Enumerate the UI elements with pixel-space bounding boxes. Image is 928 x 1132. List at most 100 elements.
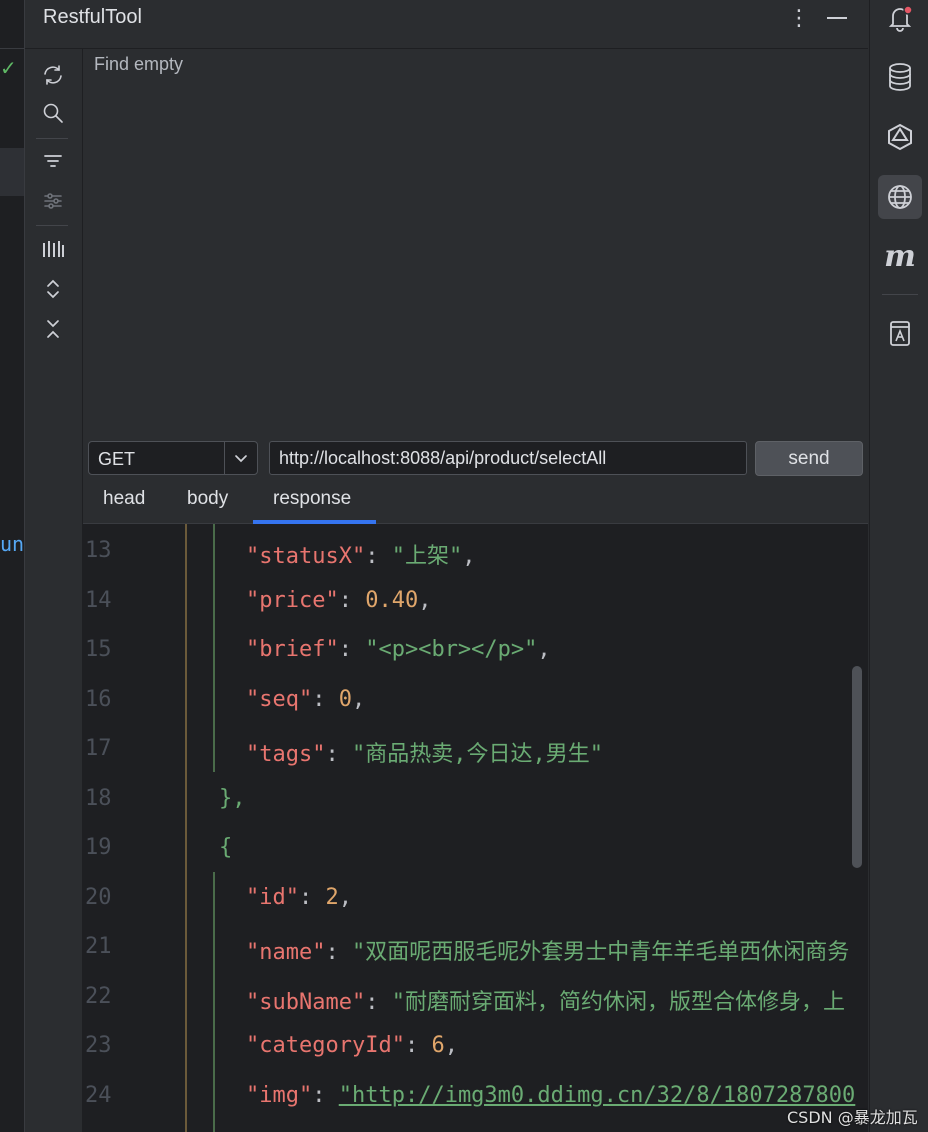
json-value: "商品热卖,今日达,男生" [351, 742, 603, 767]
expand-icon[interactable] [39, 275, 67, 303]
line-number: 22 [85, 984, 112, 1009]
tool-window-title: RestfulTool [43, 6, 142, 28]
filter-icon[interactable] [39, 147, 67, 175]
ai-assistant-icon[interactable] [878, 115, 922, 159]
code-line: "subName": "耐磨耐穿面料，简约休闲，版型合体修身，上 [246, 984, 845, 1016]
json-separator: : [365, 544, 392, 569]
json-value: 2 [325, 885, 339, 910]
code-line: "name": "双面呢西服毛呢外套男士中青年羊毛单西休闲商务 [246, 934, 849, 966]
json-key: "tags" [246, 742, 326, 767]
check-icon: ✓ [0, 58, 17, 80]
json-key: "img" [246, 1083, 313, 1108]
json-punctuation: , [338, 885, 352, 910]
json-value: 0 [338, 687, 352, 712]
indent-guide [185, 524, 187, 1132]
more-vertical-icon[interactable]: ⋮ [787, 6, 811, 30]
tool-window-toolbar [25, 49, 83, 1132]
json-key: "price" [246, 588, 339, 613]
tab-response[interactable]: response [273, 488, 351, 524]
code-line: }, [219, 786, 246, 811]
tab-body[interactable]: body [187, 488, 228, 524]
json-separator: : [365, 990, 392, 1015]
line-number: 20 [85, 885, 112, 910]
code-line: "id": 2, [246, 885, 352, 910]
toolbar-separator [36, 225, 68, 226]
tab-head[interactable]: head [103, 488, 145, 524]
code-line: "statusX": "上架", [246, 538, 475, 570]
line-number: 23 [85, 1033, 112, 1058]
json-separator: : [338, 588, 366, 613]
maven-icon[interactable]: m [878, 234, 922, 278]
globe-icon[interactable] [878, 175, 922, 219]
line-number: 21 [85, 934, 112, 959]
code-line: "brief": "<p><br></p>", [246, 637, 551, 662]
restful-tool-window: RestfulTool ⋮ Find empty GET http://loca… [25, 0, 868, 1132]
json-punctuation: , [418, 588, 432, 613]
json-separator: : [298, 885, 326, 910]
response-editor[interactable]: 13 "statusX": "上架", 14 "price": 0.40, 15… [83, 524, 868, 1132]
json-separator: : [312, 687, 339, 712]
left-editor-strip: ✓ un [0, 0, 25, 1132]
http-method-select[interactable]: GET [88, 441, 258, 475]
json-value: "耐磨耐穿面料，简约休闲，版型合体修身，上 [391, 990, 845, 1015]
json-key: "seq" [246, 687, 313, 712]
json-key: "categoryId" [246, 1033, 405, 1058]
line-number: 16 [85, 687, 112, 712]
json-value: "<p><br></p>" [365, 637, 538, 662]
collapse-icon[interactable] [39, 315, 67, 343]
json-punctuation: , [444, 1033, 458, 1058]
json-punctuation: , [462, 544, 476, 569]
code-line: { [219, 835, 233, 860]
database-icon[interactable] [878, 55, 922, 99]
line-number: 18 [85, 786, 112, 811]
indent-guide [213, 524, 215, 772]
watermark: CSDN @暴龙加瓦 [787, 1108, 918, 1127]
json-separator: : [325, 940, 352, 965]
send-button[interactable]: send [755, 441, 863, 476]
json-value: 0.40 [365, 588, 419, 613]
minimize-icon[interactable] [825, 5, 849, 29]
json-value: 6 [431, 1033, 445, 1058]
json-value: "上架" [391, 544, 463, 569]
line-number: 13 [85, 538, 112, 563]
json-value-link[interactable]: "http://img3m0.ddimg.cn/32/8/1807287800 [339, 1083, 856, 1108]
json-value: "双面呢西服毛呢外套男士中青年羊毛单西休闲商务 [351, 940, 850, 965]
line-number: 15 [85, 637, 112, 662]
toolbar-separator [36, 138, 68, 139]
code-line: "categoryId": 6, [246, 1033, 458, 1058]
settings-icon[interactable] [39, 187, 67, 215]
code-line: "price": 0.40, [246, 588, 431, 613]
search-icon[interactable] [39, 99, 67, 127]
json-punctuation: , [351, 687, 366, 712]
selected-row-highlight [0, 148, 24, 196]
line-number: 24 [85, 1083, 112, 1108]
code-line: "seq": 0, [246, 687, 365, 712]
json-key: "name" [246, 940, 326, 965]
json-punctuation: , [537, 637, 551, 662]
code-line: "tags": "商品热卖,今日达,男生" [246, 736, 603, 768]
line-number: 17 [85, 736, 112, 761]
bell-icon[interactable] [878, 0, 922, 40]
json-separator: : [338, 637, 366, 662]
json-key: "brief" [246, 637, 339, 662]
line-number: 14 [85, 588, 112, 613]
refresh-icon[interactable] [39, 61, 67, 89]
vertical-scrollbar[interactable] [852, 666, 862, 868]
json-separator: : [325, 742, 352, 767]
json-separator: : [312, 1083, 339, 1108]
json-key: "subName" [246, 990, 366, 1015]
json-key: "statusX" [246, 544, 366, 569]
indent-guide [213, 872, 215, 1132]
bars-icon[interactable] [39, 235, 67, 263]
json-separator: : [404, 1033, 432, 1058]
divider [0, 48, 24, 49]
toolbar-separator [882, 294, 918, 295]
chevron-down-icon[interactable] [224, 442, 257, 474]
bookmark-icon[interactable] [878, 311, 922, 355]
line-number: 19 [85, 835, 112, 860]
code-fragment: un [0, 532, 25, 556]
url-input[interactable] [269, 441, 747, 475]
tool-window-header: RestfulTool ⋮ [25, 0, 868, 49]
code-line: "img": "http://img3m0.ddimg.cn/32/8/1807… [246, 1083, 855, 1108]
right-tool-strip: m [869, 0, 928, 1132]
